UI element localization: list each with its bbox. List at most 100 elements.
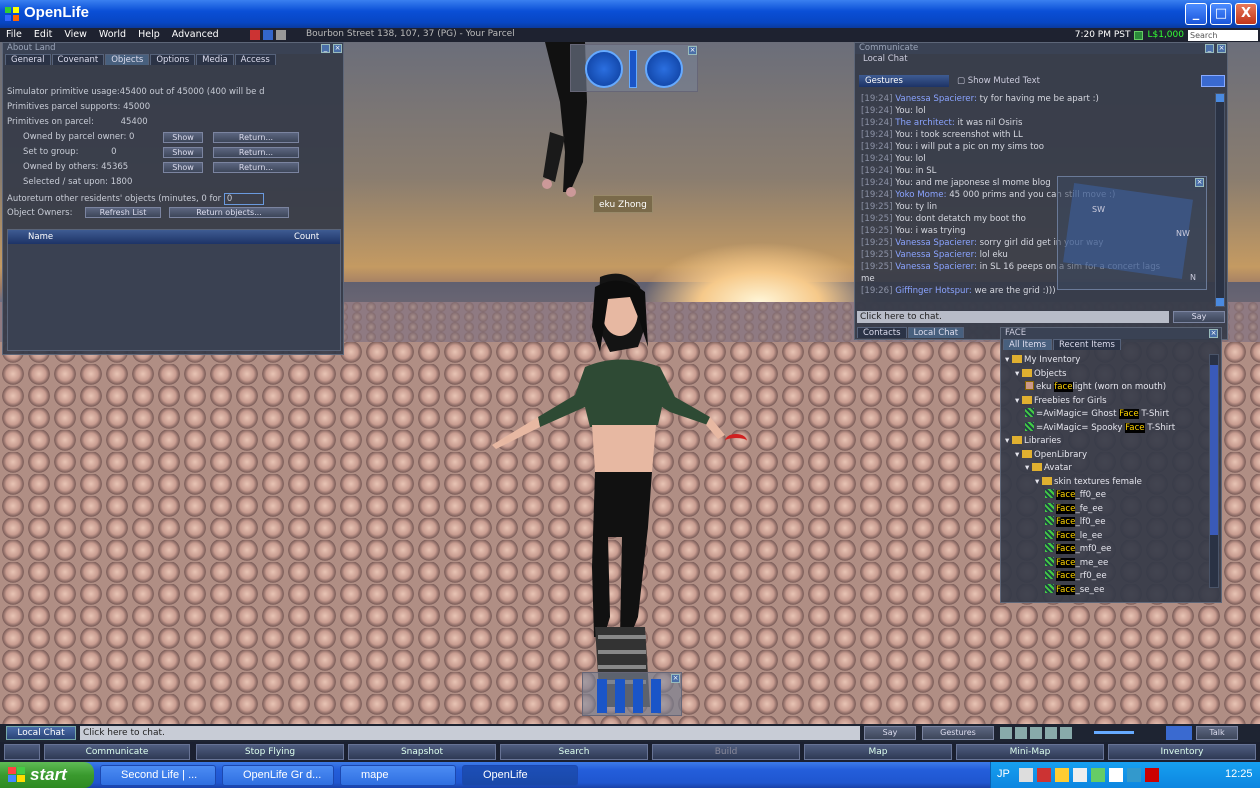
contacts-tab[interactable]: Contacts (857, 327, 907, 338)
show-muted-checkbox[interactable]: ▢ Show Muted Text (957, 76, 1040, 86)
about-land-minimize-icon[interactable]: _ (321, 44, 330, 53)
search-button[interactable]: Search (500, 744, 648, 760)
expand-arrow-icon[interactable]: ▾ (1015, 369, 1022, 379)
inventory-item[interactable]: ▾ Avatar (1003, 462, 1209, 476)
inventory-scroll-thumb[interactable] (1210, 365, 1218, 535)
search-input[interactable]: Search (1188, 29, 1258, 41)
tab-options[interactable]: Options (150, 54, 196, 65)
location-text[interactable]: Bourbon Street 138, 107, 37 (PG) - Your … (306, 28, 515, 41)
task-mape-folder[interactable]: mape (340, 765, 456, 786)
bottom-gestures-dropdown[interactable]: Gestures (922, 726, 994, 740)
inventory-item[interactable]: Face_se_ee (1003, 583, 1209, 598)
local-chat-tab[interactable]: Local Chat (855, 54, 1227, 65)
tab-access[interactable]: Access (234, 54, 276, 65)
tab-media[interactable]: Media (196, 54, 234, 65)
buy-currency-icon[interactable] (1134, 30, 1144, 40)
avatar-name-tag[interactable]: eku Zhong (593, 195, 653, 213)
minimap-close-icon[interactable]: × (1195, 178, 1204, 187)
col-name-header[interactable]: Name (8, 230, 290, 244)
tab-recent-items[interactable]: Recent Items (1053, 339, 1121, 350)
tab-covenant[interactable]: Covenant (51, 54, 105, 65)
talk-button[interactable]: Talk (1196, 726, 1238, 740)
return-objects-button[interactable]: Return objects... (169, 207, 289, 218)
return-parcel-owner-button[interactable]: Return... (213, 132, 299, 143)
bottom-chat-input[interactable]: Click here to chat. (80, 726, 860, 740)
inventory-item[interactable]: ▾ My Inventory (1003, 354, 1209, 368)
media-play-icon[interactable] (1045, 727, 1057, 739)
bottom-say-button[interactable]: Say (864, 726, 916, 740)
chat-history-icon[interactable] (4, 744, 40, 760)
owners-list[interactable]: Name Count (7, 229, 341, 351)
inventory-item[interactable]: =AviMagic= Ghost Face T-Shirt (1003, 408, 1209, 422)
expand-icon[interactable] (1201, 75, 1225, 87)
main-avatar[interactable] (480, 267, 750, 717)
inventory-item[interactable]: ▾ Libraries (1003, 435, 1209, 449)
communicate-button[interactable]: Communicate (44, 744, 190, 760)
orbit-control-icon[interactable] (585, 50, 623, 88)
pan-control-icon[interactable] (645, 50, 683, 88)
chat-speaker[interactable]: Vanessa Spacierer: (895, 238, 977, 248)
return-group-button[interactable]: Return... (213, 147, 299, 158)
snapshot-button[interactable]: Snapshot (348, 744, 496, 760)
chat-input[interactable]: Click here to chat. (857, 311, 1169, 323)
inventory-item[interactable]: Face_mf0_ee (1003, 543, 1209, 557)
volume-slider[interactable] (1094, 731, 1134, 734)
inventory-item[interactable]: ▾ skin textures female (1003, 476, 1209, 490)
window-title-bar[interactable]: OpenLife _ □ X (0, 0, 1260, 28)
chat-scroll-up-icon[interactable] (1216, 94, 1224, 102)
stop-icon[interactable] (1030, 727, 1042, 739)
communicate-close-icon[interactable]: × (1217, 44, 1226, 53)
chat-scroll-down-icon[interactable] (1216, 298, 1224, 306)
expand-arrow-icon[interactable]: ▾ (1005, 355, 1012, 365)
inventory-item[interactable]: ▾ OpenLibrary (1003, 449, 1209, 463)
update-icon[interactable] (1091, 768, 1105, 782)
inventory-tree[interactable]: ▾ My Inventory ▾ Objects eku facelight (wo… (1003, 354, 1209, 598)
inventory-close-icon[interactable]: × (1209, 329, 1218, 338)
build-button[interactable]: Build (652, 744, 800, 760)
camera-close-icon[interactable]: × (688, 46, 697, 55)
bluetooth-icon[interactable] (1127, 768, 1141, 782)
network-icon[interactable] (1055, 768, 1069, 782)
menu-view[interactable]: View (58, 28, 93, 41)
tab-all-items[interactable]: All Items (1003, 339, 1053, 350)
minimap-button[interactable]: Mini-Map (956, 744, 1104, 760)
chat-speaker[interactable]: Giffinger Hotspur: (895, 286, 972, 296)
volume-icon[interactable] (1073, 768, 1087, 782)
expand-arrow-icon[interactable]: ▾ (1015, 450, 1022, 460)
gestures-dropdown[interactable]: Gestures (859, 75, 949, 87)
inventory-scrollbar[interactable] (1209, 354, 1219, 588)
menu-file[interactable]: File (0, 28, 28, 41)
task-second-life[interactable]: Second Life | ... (100, 765, 216, 786)
inventory-item[interactable]: Face_fe_ee (1003, 502, 1209, 517)
inventory-item[interactable]: Face_me_ee (1003, 556, 1209, 571)
inventory-item[interactable]: ▾ Freebies for Girls (1003, 395, 1209, 409)
col-count-header[interactable]: Count (290, 230, 319, 244)
chat-speaker[interactable]: Vanessa Spacierer: (895, 94, 977, 104)
music-icon[interactable] (1000, 727, 1012, 739)
menu-world[interactable]: World (93, 28, 132, 41)
map-button[interactable]: Map (804, 744, 952, 760)
menu-advanced[interactable]: Advanced (166, 28, 225, 41)
inventory-item[interactable]: Face_rf0_ee (1003, 570, 1209, 584)
movement-close-icon[interactable]: × (671, 674, 680, 683)
task-openlife-browser[interactable]: OpenLife Gr d... (222, 765, 334, 786)
antivirus-icon[interactable] (1145, 768, 1159, 782)
expand-arrow-icon[interactable]: ▾ (1035, 477, 1042, 487)
stop-flying-button[interactable]: Stop Flying (196, 744, 344, 760)
voice-icon[interactable] (1166, 726, 1192, 740)
inventory-item[interactable]: Face_ff0_ee (1003, 489, 1209, 503)
say-button[interactable]: Say (1173, 311, 1225, 323)
tab-general[interactable]: General (5, 54, 51, 65)
communicate-minimize-icon[interactable]: _ (1205, 44, 1214, 53)
return-others-button[interactable]: Return... (213, 162, 299, 173)
expand-arrow-icon[interactable]: ▾ (1005, 436, 1012, 446)
balance-text[interactable]: L$1,000 (1147, 30, 1184, 40)
task-openlife[interactable]: OpenLife (462, 765, 578, 786)
device-icon[interactable] (1109, 768, 1123, 782)
local-chat-bottom-tab[interactable]: Local Chat (907, 327, 965, 338)
inventory-button[interactable]: Inventory (1108, 744, 1256, 760)
language-indicator[interactable]: JP (997, 768, 1010, 780)
expand-arrow-icon[interactable]: ▾ (1025, 463, 1032, 473)
security-icon[interactable] (1037, 768, 1051, 782)
play-icon[interactable] (1015, 727, 1027, 739)
